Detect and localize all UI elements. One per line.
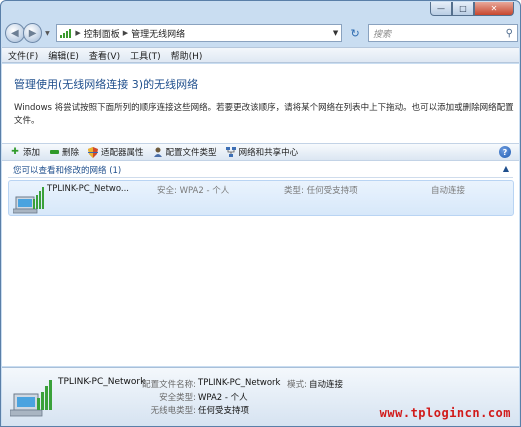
profile-type-button[interactable]: 配置文件类型 — [153, 146, 217, 158]
watermark: www.tplogincn.com — [379, 406, 511, 420]
plus-icon: ✚ — [11, 147, 19, 157]
profile-name-label: 配置文件名称: — [142, 380, 196, 390]
forward-arrow-icon: ▶ — [28, 27, 37, 39]
network-group-header[interactable]: 您可以查看和修改的网络 (1) ▲ — [2, 163, 519, 177]
add-label: 添加 — [23, 148, 41, 158]
radio-type-label: 无线电类型: — [150, 406, 196, 416]
header-area: 管理使用(无线网络连接 3)的无线网络 Windows 将尝试按照下面所列的顺序… — [2, 64, 519, 143]
network-icon — [225, 147, 236, 157]
shield-icon — [88, 146, 99, 158]
refresh-button[interactable]: ↻ — [346, 24, 364, 42]
window: — □ ✕ ◀ ▶ ▼ ▶ 控制面板 ▶ 管理无线网络 ▼ ↻ 搜索 ⚲ 文件(… — [0, 0, 521, 427]
network-name: TPLINK-PC_Netwo... — [47, 184, 130, 194]
mode-value: 自动连接 — [309, 380, 344, 390]
page-description: Windows 将尝试按照下面所列的顺序连接这些网络。若要更改该顺序，请将某个网… — [14, 103, 514, 126]
chevron-up-icon[interactable]: ▲ — [503, 164, 509, 173]
back-arrow-icon: ◀ — [11, 27, 19, 39]
help-icon[interactable]: ? — [499, 146, 511, 158]
page-title: 管理使用(无线网络连接 3)的无线网络 — [14, 78, 199, 91]
menu-file[interactable]: 文件(F) — [8, 49, 38, 62]
security-type-label: 安全类型: — [159, 393, 196, 403]
network-mode: 自动连接 — [431, 186, 466, 196]
maximize-button[interactable]: □ — [452, 2, 474, 16]
group-title: 您可以查看和修改的网络 (1) — [13, 166, 122, 176]
menu-view[interactable]: 查看(V) — [89, 49, 120, 62]
breadcrumb-separator-icon: ▶ — [75, 29, 81, 37]
network-center-button[interactable]: 网络和共享中心 — [225, 146, 299, 158]
breadcrumb-manage-wireless[interactable]: 管理无线网络 — [131, 27, 185, 40]
mode-label: 模式: — [287, 380, 307, 390]
wireless-network-icon — [10, 380, 52, 417]
breadcrumb-separator-icon: ▶ — [122, 29, 129, 37]
add-button[interactable]: ✚ 添加 — [10, 146, 40, 158]
network-center-label: 网络和共享中心 — [238, 148, 299, 158]
command-toolbar: ✚ 添加 删除 适配器属性 配置文件类型 网络和共享中心 ? — [2, 143, 519, 161]
radio-type-value: 任何受支持项 — [198, 406, 250, 416]
search-icon[interactable]: ⚲ — [506, 28, 513, 39]
address-bar[interactable]: ▶ 控制面板 ▶ 管理无线网络 ▼ — [56, 24, 343, 42]
minus-icon — [49, 147, 59, 157]
forward-button[interactable]: ▶ — [22, 23, 43, 43]
menu-help[interactable]: 帮助(H) — [171, 49, 203, 62]
remove-button[interactable]: 删除 — [49, 146, 79, 158]
list-item[interactable]: TPLINK-PC_Netwo... 安全: WPA2 - 个人 类型: 任何受… — [8, 180, 514, 216]
group-divider — [8, 177, 513, 178]
navigation-bar: ◀ ▶ ▼ ▶ 控制面板 ▶ 管理无线网络 ▼ ↻ 搜索 ⚲ — [5, 21, 518, 45]
remove-label: 删除 — [62, 148, 80, 158]
detail-network-name: TPLINK-PC_Network — [58, 377, 146, 387]
content-area: 管理使用(无线网络连接 3)的无线网络 Windows 将尝试按照下面所列的顺序… — [2, 64, 519, 366]
history-dropdown[interactable]: ▼ — [42, 30, 52, 37]
wireless-network-icon — [13, 187, 44, 214]
search-placeholder: 搜索 — [373, 29, 392, 40]
menu-bar: 文件(F) 编辑(E) 查看(V) 工具(T) 帮助(H) — [2, 47, 519, 63]
refresh-icon: ↻ — [350, 26, 360, 40]
security-type-value: WPA2 - 个人 — [198, 393, 248, 403]
menu-tools[interactable]: 工具(T) — [130, 49, 161, 62]
control-panel-icon — [60, 28, 72, 38]
adapter-properties-label: 适配器属性 — [101, 148, 144, 158]
details-pane: TPLINK-PC_Network 配置文件名称: TPLINK-PC_Netw… — [2, 367, 519, 426]
adapter-properties-button[interactable]: 适配器属性 — [88, 146, 144, 158]
profile-type-label: 配置文件类型 — [165, 148, 217, 158]
caption-controls: — □ ✕ — [430, 2, 514, 16]
breadcrumb-control-panel[interactable]: 控制面板 — [84, 27, 120, 40]
search-box[interactable]: 搜索 ⚲ — [368, 24, 518, 42]
back-button[interactable]: ◀ — [5, 23, 25, 43]
network-type: 类型: 任何受支持项 — [284, 186, 358, 196]
user-icon — [153, 147, 163, 157]
close-button[interactable]: ✕ — [474, 2, 514, 16]
address-dropdown-icon[interactable]: ▼ — [333, 29, 338, 37]
minimize-button[interactable]: — — [430, 2, 452, 16]
network-security: 安全: WPA2 - 个人 — [157, 186, 230, 196]
menu-edit[interactable]: 编辑(E) — [48, 49, 79, 62]
